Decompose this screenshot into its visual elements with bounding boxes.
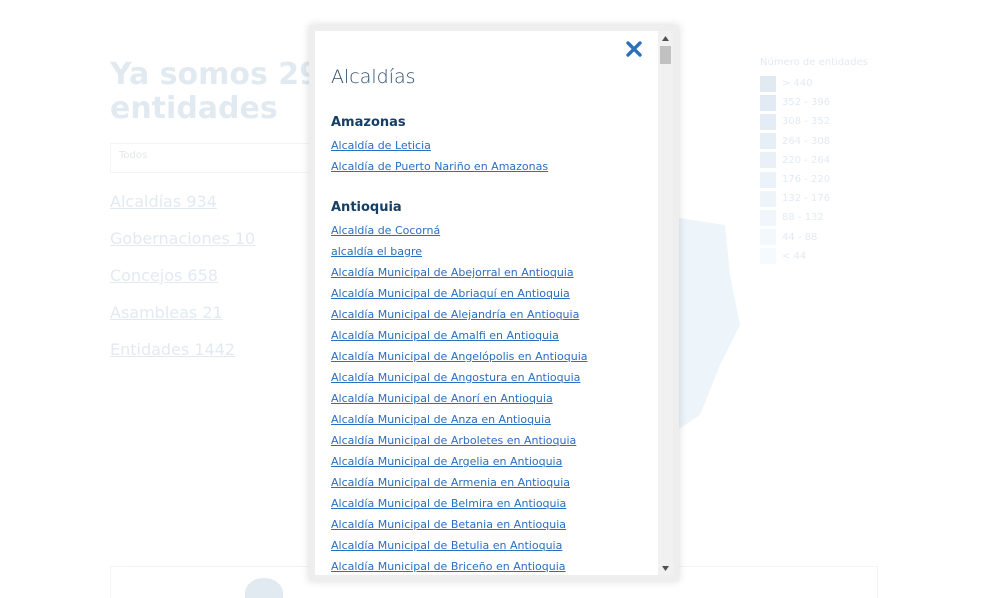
legend-label: 44 - 88	[782, 231, 818, 243]
legend-row: 264 - 308	[760, 132, 868, 151]
legend-swatch	[760, 229, 776, 246]
link-concejos[interactable]: Concejos 658	[110, 266, 255, 286]
section-amazonas: Amazonas Alcaldía de Leticia Alcaldía de …	[331, 113, 658, 177]
alcaldia-link[interactable]: Alcaldía Municipal de Argelia en Antioqu…	[331, 451, 658, 472]
alcaldia-link[interactable]: Alcaldía Municipal de Betulia en Antioqu…	[331, 535, 658, 556]
alcaldia-link[interactable]: Alcaldía Municipal de Arboletes en Antio…	[331, 430, 658, 451]
legend-row: 44 - 88	[760, 228, 868, 247]
alcaldia-link[interactable]: Alcaldía de Puerto Nariño en Amazonas	[331, 156, 658, 177]
legend-row: 88 - 132	[760, 208, 868, 227]
scroll-thumb[interactable]	[660, 46, 671, 64]
close-x-icon	[626, 41, 642, 57]
alcaldia-link[interactable]: Alcaldía Municipal de Abejorral en Antio…	[331, 262, 658, 283]
alcaldia-link[interactable]: Alcaldía Municipal de Angostura en Antio…	[331, 367, 658, 388]
entity-filter-select[interactable]: Todos	[110, 143, 320, 173]
alcaldia-link[interactable]: Alcaldía Municipal de Amalfi en Antioqui…	[331, 325, 658, 346]
alcaldia-link[interactable]: Alcaldía Municipal de Betania en Antioqu…	[331, 514, 658, 535]
legend-row: 220 - 264	[760, 151, 868, 170]
alcaldias-modal: Alcaldías Amazonas Alcaldía de Leticia Al…	[309, 25, 679, 581]
legend-swatch	[760, 209, 776, 226]
legend-swatch	[760, 113, 776, 130]
legend-label: 264 - 308	[782, 135, 831, 147]
legend-label: 220 - 264	[782, 154, 831, 166]
category-links: Alcaldías 934 Gobernaciones 10 Concejos …	[110, 192, 255, 377]
scroll-down-button[interactable]	[658, 561, 673, 575]
legend-swatch	[760, 94, 776, 111]
alcaldia-link[interactable]: Alcaldía Municipal de Alejandría en Anti…	[331, 304, 658, 325]
alcaldia-link[interactable]: alcaldía el bagre	[331, 241, 658, 262]
legend-swatch	[760, 75, 776, 92]
legend-swatch	[760, 248, 776, 265]
legend-row: > 440	[760, 74, 868, 93]
link-alcaldias[interactable]: Alcaldías 934	[110, 192, 255, 212]
scroll-down-arrow-icon	[662, 565, 669, 571]
section-antioquia: Antioquia Alcaldía de Cocorná alcaldía el…	[331, 198, 658, 575]
alcaldia-link[interactable]: Alcaldía de Cocorná	[331, 220, 658, 241]
legend-label: > 440	[782, 78, 813, 90]
alcaldia-link[interactable]: Alcaldía Municipal de Anza en Antioquia	[331, 409, 658, 430]
modal-scrollbar[interactable]	[658, 31, 673, 575]
alcaldia-link[interactable]: Alcaldía Municipal de Abriaquí en Antioq…	[331, 283, 658, 304]
legend-swatch	[760, 152, 776, 169]
map-legend: Número de entidades > 440 352 - 396 308 - …	[760, 57, 868, 266]
link-gobernaciones[interactable]: Gobernaciones 10	[110, 229, 255, 249]
legend-label: < 44	[782, 250, 807, 262]
legend-row: 308 - 352	[760, 112, 868, 131]
page-title: Ya somos 29 entidades	[110, 57, 321, 126]
link-entidades[interactable]: Entidades 1442	[110, 340, 255, 360]
alcaldia-link[interactable]: Alcaldía Municipal de Angelópolis en Ant…	[331, 346, 658, 367]
scroll-up-button[interactable]	[658, 31, 673, 45]
legend-label: 132 - 176	[782, 193, 831, 205]
legend-row: 132 - 176	[760, 189, 868, 208]
close-button[interactable]	[625, 40, 643, 58]
legend-swatch	[760, 171, 776, 188]
alcaldia-link[interactable]: Alcaldía de Leticia	[331, 135, 658, 156]
alcaldia-link[interactable]: Alcaldía Municipal de Briceño en Antioqu…	[331, 556, 658, 575]
legend-row: < 44	[760, 247, 868, 266]
legend-label: 352 - 396	[782, 97, 831, 109]
alcaldia-link[interactable]: Alcaldía Municipal de Belmira en Antioqu…	[331, 493, 658, 514]
section-heading: Antioquia	[331, 200, 402, 215]
legend-label: 308 - 352	[782, 116, 831, 128]
modal-title: Alcaldías	[331, 66, 416, 88]
link-asambleas[interactable]: Asambleas 21	[110, 303, 255, 323]
alcaldia-link[interactable]: Alcaldía Municipal de Anorí en Antioquia	[331, 388, 658, 409]
legend-label: 176 - 220	[782, 174, 831, 186]
legend-label: 88 - 132	[782, 212, 824, 224]
section-heading: Amazonas	[331, 115, 406, 130]
modal-content[interactable]: Alcaldías Amazonas Alcaldía de Leticia Al…	[315, 31, 658, 575]
scroll-up-arrow-icon	[662, 35, 669, 41]
legend-swatch	[760, 190, 776, 207]
alcaldia-link[interactable]: Alcaldía Municipal de Armenia en Antioqu…	[331, 472, 658, 493]
legend-row: 352 - 396	[760, 93, 868, 112]
legend-swatch	[760, 133, 776, 150]
legend-row: 176 - 220	[760, 170, 868, 189]
